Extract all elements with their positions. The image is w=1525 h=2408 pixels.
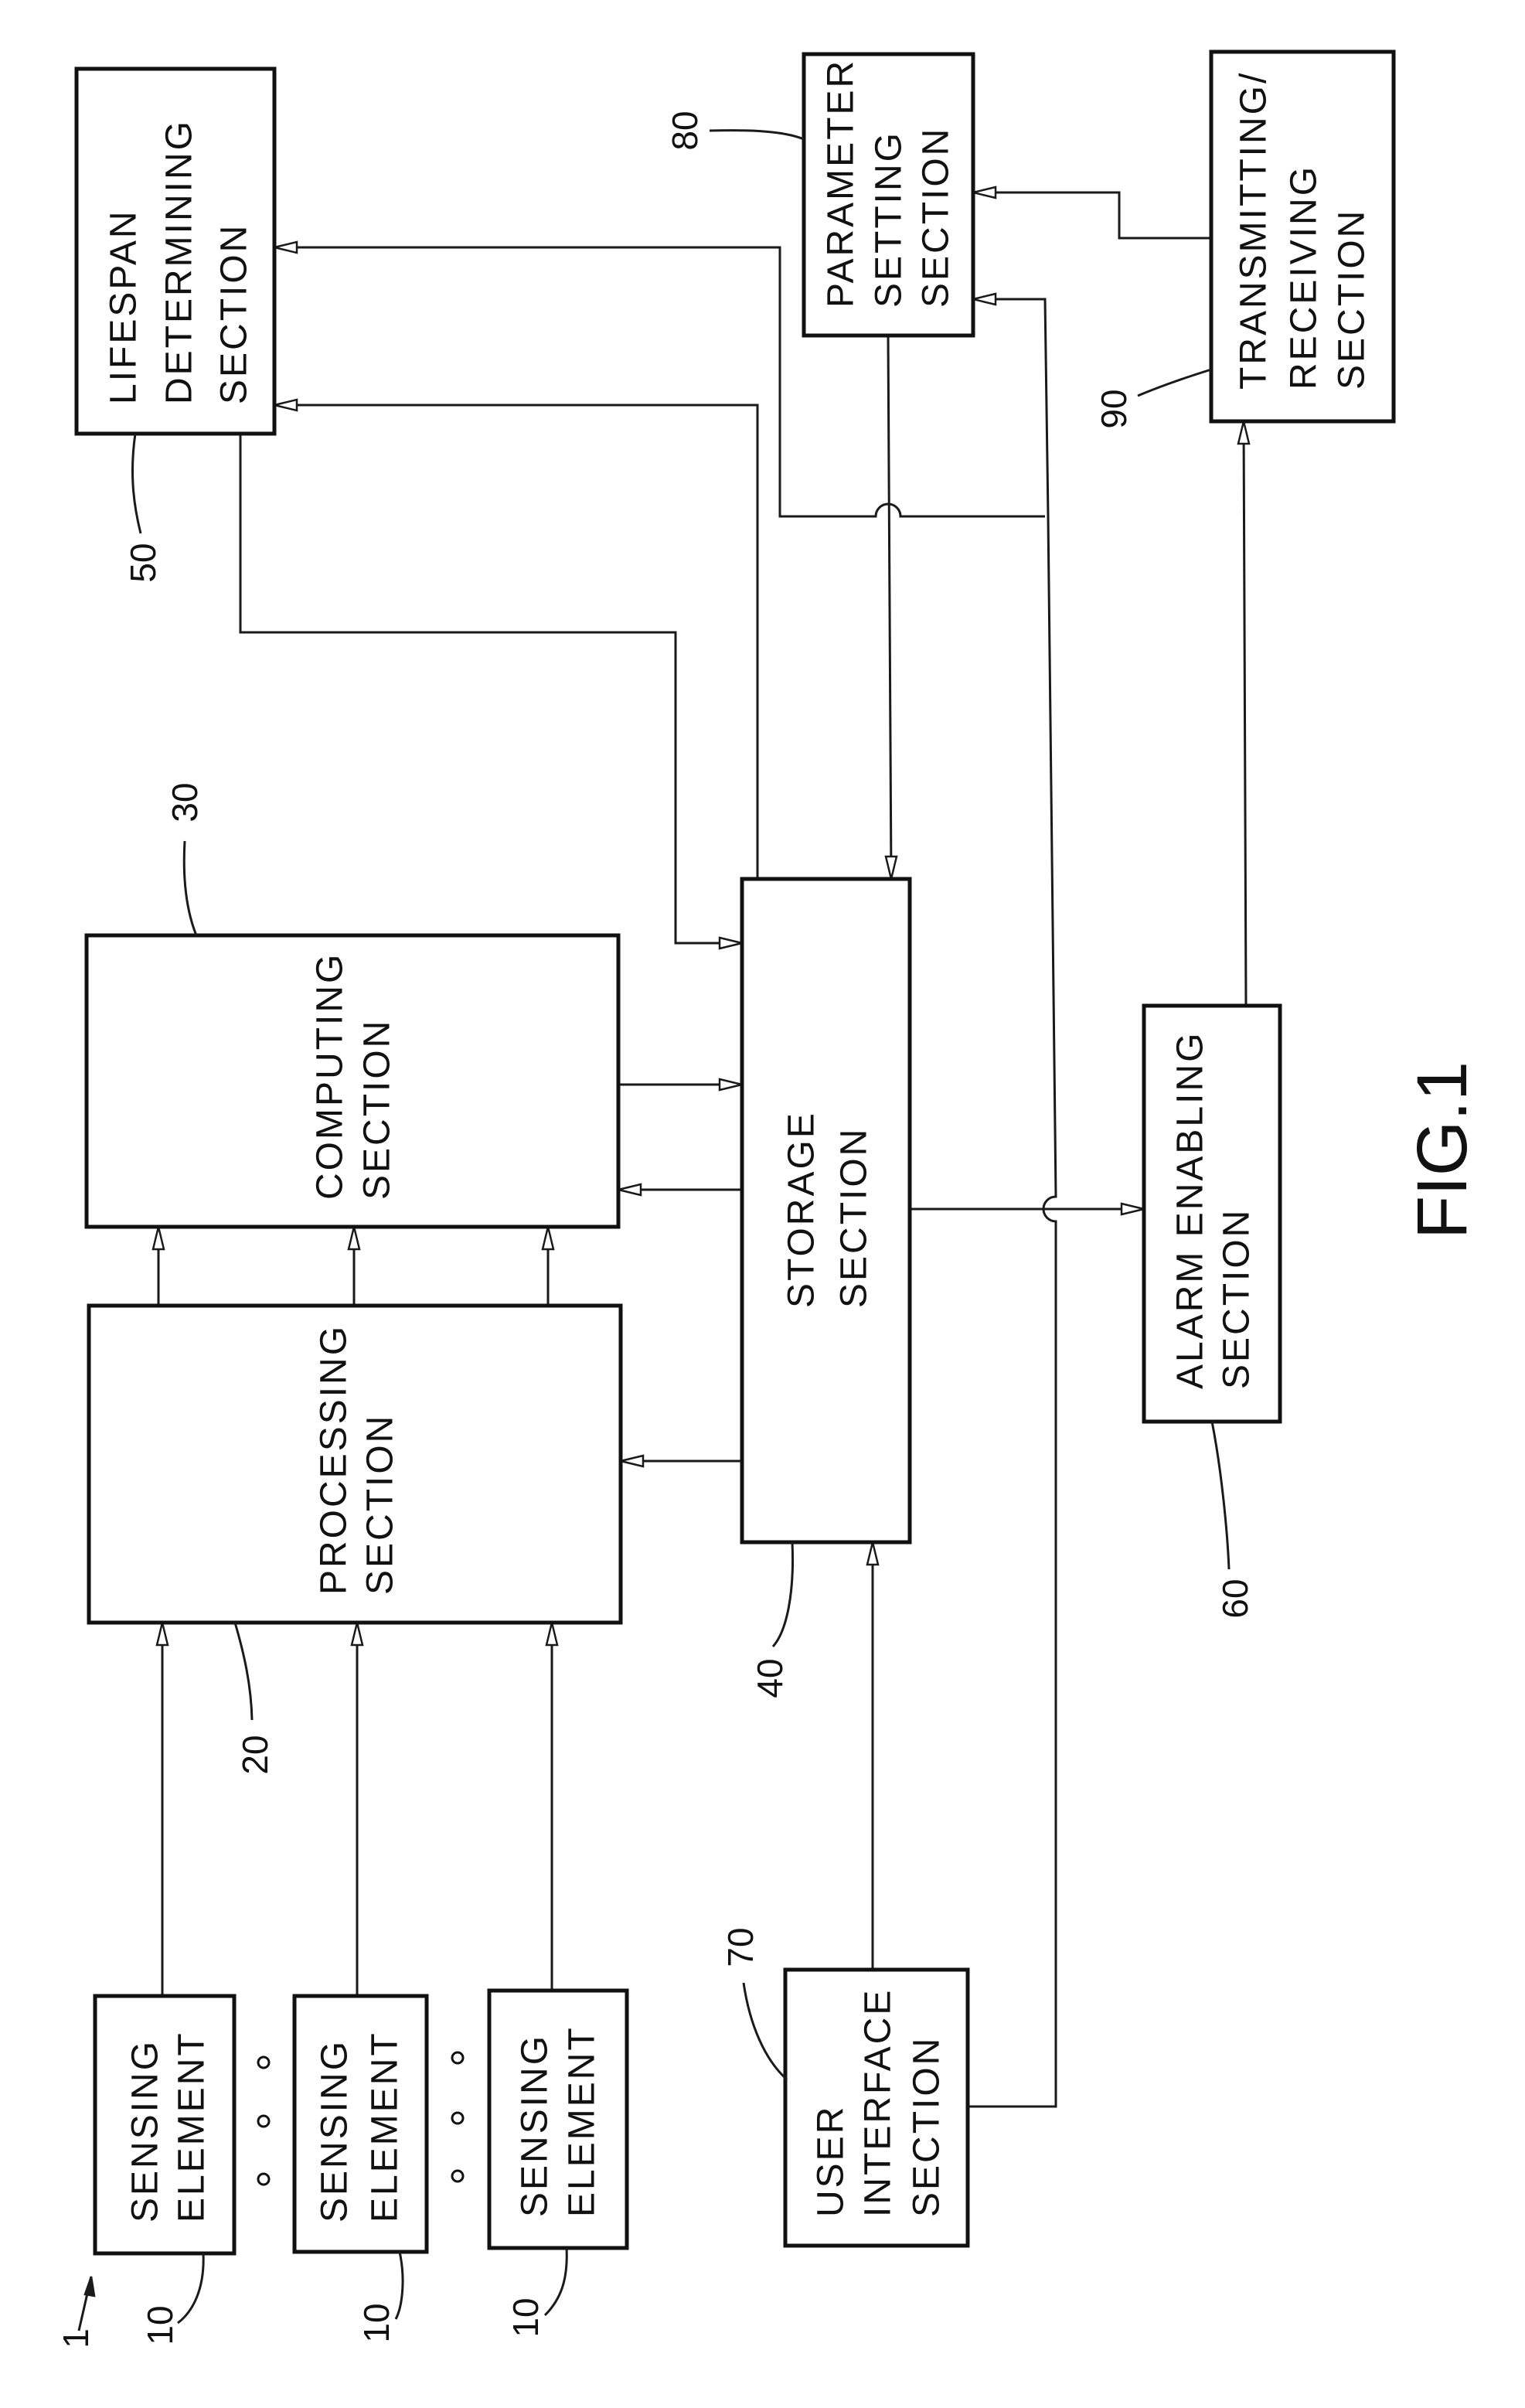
- wire-lifespan-to-storage: [239, 434, 742, 945]
- block-lifespan-determining-section[interactable]: LIFESPAN DETERMINING SECTION: [74, 66, 277, 436]
- block-label-line: ELEMENT: [562, 2025, 603, 2217]
- block-computing-section[interactable]: COMPUTING SECTION: [84, 933, 621, 1229]
- arrowhead-up-icon: [155, 1622, 169, 1647]
- block-label-line: SECTION: [916, 127, 957, 308]
- ref-numeral-20: 20: [235, 1735, 275, 1774]
- leader-40: [771, 1541, 794, 1648]
- block-parameter-setting-section[interactable]: PARAMETER SETTING SECTION: [802, 52, 975, 338]
- arrowhead-right-icon: [718, 1078, 743, 1092]
- block-label-line: SECTION: [1217, 1208, 1258, 1389]
- wire-storage-to-lifespan: [274, 404, 759, 879]
- ref-numeral-90: 90: [1094, 389, 1134, 428]
- block-sensing-element-1[interactable]: SENSING ELEMENT: [93, 1994, 237, 2256]
- dot-icon: [451, 2169, 465, 2183]
- dot-icon: [257, 2055, 271, 2069]
- wire-ui-to-parameter: [968, 298, 1057, 2108]
- leader-10-1: [177, 2253, 205, 2325]
- block-label-line: PARAMETER: [821, 59, 862, 308]
- block-label-line: INTERFACE: [858, 1988, 899, 2217]
- block-transmitting-receiving-section[interactable]: TRANSMITTING/ RECEIVING SECTION: [1209, 49, 1396, 424]
- block-label-line: SENSING: [515, 2034, 556, 2217]
- arrowhead-right-icon: [1120, 1202, 1145, 1216]
- block-label-line: USER: [811, 2105, 852, 2217]
- arrowhead-up-icon: [866, 1541, 880, 1566]
- leader-50: [131, 433, 142, 534]
- leader-90: [1137, 368, 1212, 397]
- ref-numeral-10-3: 10: [505, 2297, 546, 2337]
- block-label-line: ELEMENT: [172, 2031, 213, 2222]
- ref-numeral-10-2: 10: [356, 2303, 397, 2342]
- leader-30: [182, 840, 198, 936]
- leader-80: [709, 129, 805, 141]
- dot-icon: [451, 2051, 465, 2065]
- arrowhead-up-icon: [347, 1226, 361, 1251]
- block-label-line: RECEIVING: [1284, 165, 1325, 390]
- block-label-line: SECTION: [1332, 209, 1373, 390]
- arrowhead-up-icon: [83, 2276, 96, 2297]
- system-ref-numeral: 1: [56, 2328, 96, 2348]
- block-label-line: SENSING: [125, 2039, 166, 2222]
- leader-20: [233, 1622, 254, 1721]
- arrowhead-up-icon: [1237, 421, 1251, 445]
- arrowhead-down-icon: [884, 855, 898, 880]
- block-label-line: SECTION: [834, 1127, 875, 1308]
- ref-numeral-50: 50: [123, 543, 163, 582]
- block-label-line: SECTION: [214, 223, 255, 404]
- block-label-line: SETTING: [869, 131, 910, 308]
- dot-icon: [257, 2172, 271, 2186]
- leader-10-2: [394, 2251, 404, 2320]
- ref-numeral-80: 80: [665, 111, 705, 150]
- block-label-line: DETERMINING: [159, 119, 200, 404]
- dot-icon: [451, 2111, 465, 2125]
- arrowhead-up-icon: [350, 1622, 364, 1647]
- block-label-line: SENSING: [315, 2039, 356, 2222]
- ref-numeral-70: 70: [720, 1927, 761, 1967]
- block-label-line: LIFESPAN: [104, 209, 145, 404]
- block-diagram: LIFESPAN DETERMINING SECTION PARAMETER S…: [56, 49, 1482, 2348]
- ref-numeral-10-1: 10: [140, 2305, 180, 2345]
- dot-icon: [257, 2114, 271, 2128]
- block-sensing-element-2[interactable]: SENSING ELEMENT: [292, 1994, 429, 2254]
- arrowhead-left-icon: [620, 1454, 645, 1468]
- wire-transmitting-to-parameter: [973, 191, 1211, 240]
- arrowhead-up-icon: [151, 1226, 165, 1251]
- system-reference-marker: 1: [56, 2276, 96, 2348]
- ellipsis-dots-2: [451, 2051, 465, 2183]
- arrowhead-right-icon: [718, 936, 743, 950]
- block-user-interface-section[interactable]: USER INTERFACE SECTION: [783, 1967, 970, 2248]
- block-alarm-enabling-section[interactable]: ALARM ENABLING SECTION: [1142, 1003, 1282, 1424]
- block-storage-section[interactable]: STORAGE SECTION: [740, 877, 912, 1545]
- arrowhead-up-icon: [541, 1226, 555, 1251]
- patent-figure-sheet: LIFESPAN DETERMINING SECTION PARAMETER S…: [0, 0, 1525, 2408]
- block-label-line: ELEMENT: [365, 2031, 406, 2222]
- wire-alarm-to-transmitting: [1242, 421, 1248, 1006]
- block-label-line: PROCESSING: [314, 1324, 355, 1595]
- ellipsis-dots-1: [257, 2055, 271, 2186]
- arrowhead-up-icon: [545, 1622, 559, 1647]
- arrowhead-left-icon: [972, 186, 997, 199]
- block-sensing-element-3[interactable]: SENSING ELEMENT: [487, 1988, 629, 2250]
- arrowhead-left-icon: [274, 240, 298, 254]
- block-label-line: ALARM ENABLING: [1170, 1031, 1211, 1389]
- arrowhead-left-icon: [274, 398, 298, 412]
- figure-label: FIG.1: [1403, 1061, 1482, 1239]
- block-label-line: STORAGE: [781, 1111, 822, 1308]
- block-label-line: SECTION: [360, 1414, 401, 1595]
- ref-numeral-60: 60: [1215, 1579, 1255, 1618]
- block-label-line: SECTION: [907, 2036, 948, 2217]
- arrowhead-left-icon: [972, 292, 997, 306]
- block-processing-section[interactable]: PROCESSING SECTION: [87, 1303, 623, 1625]
- leader-70: [742, 1982, 788, 2081]
- ref-numeral-40: 40: [750, 1658, 790, 1698]
- block-label-line: COMPUTING: [310, 952, 351, 1200]
- wire-parameter-to-storage: [887, 335, 893, 880]
- ref-numeral-30: 30: [165, 782, 205, 822]
- block-label-line: TRANSMITTING/: [1234, 71, 1275, 390]
- arrowhead-left-icon: [618, 1183, 642, 1197]
- block-label-line: SECTION: [357, 1019, 398, 1200]
- leader-60: [1210, 1421, 1231, 1570]
- leader-10-3: [543, 2247, 568, 2317]
